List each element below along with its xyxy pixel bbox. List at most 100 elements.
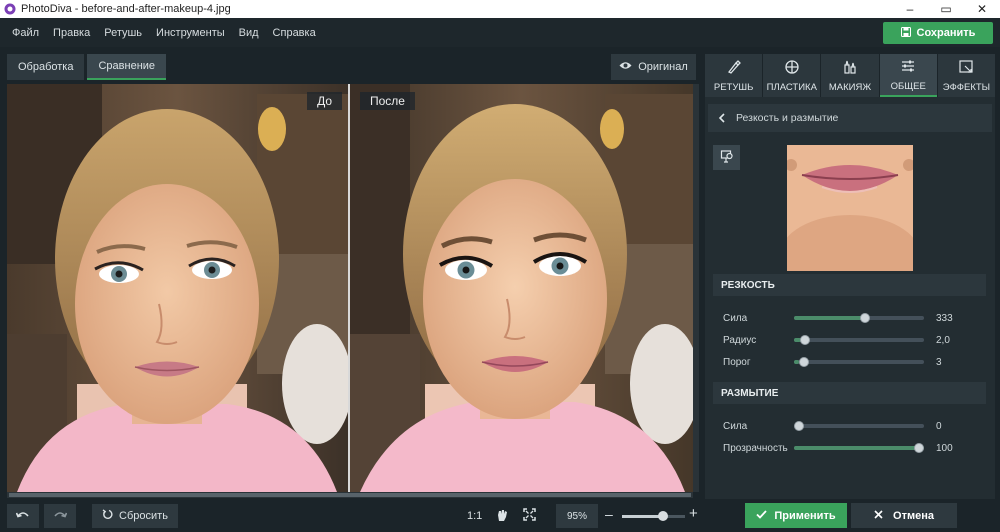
- slider-handle[interactable]: [800, 335, 810, 345]
- zoom-value: 95%: [556, 504, 598, 528]
- reset-button[interactable]: Сбросить: [92, 504, 178, 528]
- sliders-icon: [900, 58, 916, 77]
- menu-file[interactable]: Файл: [12, 27, 39, 39]
- blur-strength-label: Сила: [723, 420, 748, 432]
- slider-track[interactable]: [794, 421, 924, 431]
- menu-view[interactable]: Вид: [239, 27, 259, 39]
- tab-general-label: ОБЩЕЕ: [890, 80, 926, 92]
- reset-label: Сбросить: [119, 510, 168, 522]
- tab-general[interactable]: ОБЩЕЕ: [879, 54, 937, 97]
- menu-help[interactable]: Справка: [273, 27, 316, 39]
- save-button[interactable]: Сохранить: [883, 22, 993, 44]
- original-button[interactable]: Оригинал: [611, 54, 696, 80]
- after-photo: После: [350, 84, 693, 492]
- slider-fill: [794, 316, 866, 320]
- blur-opacity-value: 100: [936, 442, 953, 454]
- blur-strength-value: 0: [936, 420, 942, 432]
- compare-preview-button[interactable]: [713, 145, 740, 170]
- redo-icon: [53, 510, 68, 523]
- menu-tools[interactable]: Инструменты: [156, 27, 225, 39]
- menu-edit[interactable]: Правка: [53, 27, 90, 39]
- makeup-icon: [842, 59, 858, 78]
- blur-header: РАЗМЫТИЕ: [713, 382, 986, 404]
- sharpness-radius-label: Радиус: [723, 334, 757, 346]
- back-arrow-icon[interactable]: [708, 113, 736, 123]
- minimize-button[interactable]: –: [892, 0, 928, 18]
- before-label: До: [307, 92, 342, 110]
- sharpness-threshold-slider[interactable]: Порог 3: [723, 354, 963, 370]
- sharpness-strength-label: Сила: [723, 312, 748, 324]
- blur-opacity-slider[interactable]: Прозрачность 100: [723, 440, 963, 456]
- menu-retouch[interactable]: Ретушь: [104, 27, 142, 39]
- tab-retouch[interactable]: РЕТУШЬ: [705, 54, 763, 97]
- fit-screen-icon[interactable]: [523, 508, 536, 524]
- image-canvas[interactable]: До После: [7, 84, 693, 492]
- settings-panel: РЕТУШЬ ПЛАСТИКА МАКИЯЖ ОБЩЕЕ ЭФФЕКТЫ Рез…: [705, 54, 996, 499]
- hand-icon[interactable]: [496, 508, 508, 525]
- cancel-label: Отмена: [893, 509, 934, 522]
- zoom-in-button[interactable]: +: [689, 505, 698, 522]
- tab-plastic[interactable]: ПЛАСТИКА: [763, 54, 821, 97]
- slider-handle[interactable]: [798, 357, 809, 367]
- blur-strength-slider[interactable]: Сила 0: [723, 418, 963, 434]
- sharpness-threshold-label: Порог: [723, 356, 751, 368]
- compare-icon: [720, 149, 734, 166]
- apply-label: Применить: [774, 509, 836, 522]
- crosshair-icon: [784, 59, 800, 78]
- sharpness-radius-value: 2,0: [936, 334, 950, 346]
- title-bar: PhotoDiva - before-and-after-makeup-4.jp…: [0, 0, 1000, 18]
- sharpness-threshold-value: 3: [936, 356, 942, 368]
- close-window-button[interactable]: ✕: [964, 0, 1000, 18]
- check-icon: [756, 509, 768, 522]
- tool-tabs: РЕТУШЬ ПЛАСТИКА МАКИЯЖ ОБЩЕЕ ЭФФЕКТЫ: [705, 54, 996, 97]
- maximize-button[interactable]: ▭: [928, 0, 964, 18]
- undo-button[interactable]: [7, 504, 39, 528]
- actual-size-button[interactable]: 1:1: [467, 510, 482, 522]
- after-portrait-image: [350, 84, 693, 492]
- horizontal-scrollbar[interactable]: [7, 492, 693, 498]
- reset-icon: [102, 509, 113, 523]
- zoom-slider-handle[interactable]: [657, 511, 668, 521]
- window-title: PhotoDiva - before-and-after-makeup-4.jp…: [21, 3, 231, 15]
- view-tabs: Обработка Сравнение: [7, 54, 167, 80]
- zoom-slider-fill: [622, 515, 663, 518]
- redo-button[interactable]: [44, 504, 76, 528]
- sharpness-strength-value: 333: [936, 312, 953, 324]
- blur-opacity-label: Прозрачность: [723, 442, 788, 454]
- slider-fill: [794, 446, 924, 450]
- zoom-out-button[interactable]: –: [605, 506, 613, 522]
- vertical-scrollbar[interactable]: [693, 84, 699, 492]
- sharpness-strength-slider[interactable]: Сила 333: [723, 310, 963, 326]
- tab-effects[interactable]: ЭФФЕКТЫ: [937, 54, 996, 97]
- tab-processing[interactable]: Обработка: [7, 54, 85, 80]
- tab-effects-label: ЭФФЕКТЫ: [942, 81, 991, 93]
- save-icon: [900, 26, 911, 40]
- slider-track[interactable]: [794, 313, 924, 323]
- slider-track[interactable]: [794, 443, 924, 453]
- section-title: Резкость и размытие: [736, 112, 839, 124]
- before-photo: До: [7, 84, 348, 492]
- detail-preview: [787, 145, 913, 271]
- zoom-slider[interactable]: [622, 511, 685, 521]
- apply-button[interactable]: Применить: [745, 503, 847, 528]
- original-label: Оригинал: [638, 61, 688, 73]
- tab-retouch-label: РЕТУШЬ: [713, 81, 754, 93]
- slider-handle[interactable]: [914, 443, 924, 453]
- before-portrait-image: [7, 84, 348, 492]
- tab-makeup-label: МАКИЯЖ: [828, 81, 872, 93]
- slider-track[interactable]: [794, 335, 924, 345]
- tab-makeup[interactable]: МАКИЯЖ: [821, 54, 879, 97]
- slider-handle[interactable]: [860, 313, 870, 323]
- cancel-button[interactable]: Отмена: [851, 503, 957, 528]
- slider-track[interactable]: [794, 357, 924, 367]
- tab-comparison[interactable]: Сравнение: [87, 54, 167, 80]
- close-icon: [874, 509, 883, 522]
- sharpness-radius-slider[interactable]: Радиус 2,0: [723, 332, 963, 348]
- eye-icon: [619, 61, 632, 73]
- horizontal-scrollbar-thumb[interactable]: [9, 493, 691, 497]
- photodiva-logo-icon: [4, 3, 16, 15]
- tab-plastic-label: ПЛАСТИКА: [766, 81, 817, 93]
- effects-icon: [958, 59, 974, 78]
- menu-bar: Файл Правка Ретушь Инструменты Вид Справ…: [0, 18, 1000, 47]
- slider-handle[interactable]: [794, 421, 804, 431]
